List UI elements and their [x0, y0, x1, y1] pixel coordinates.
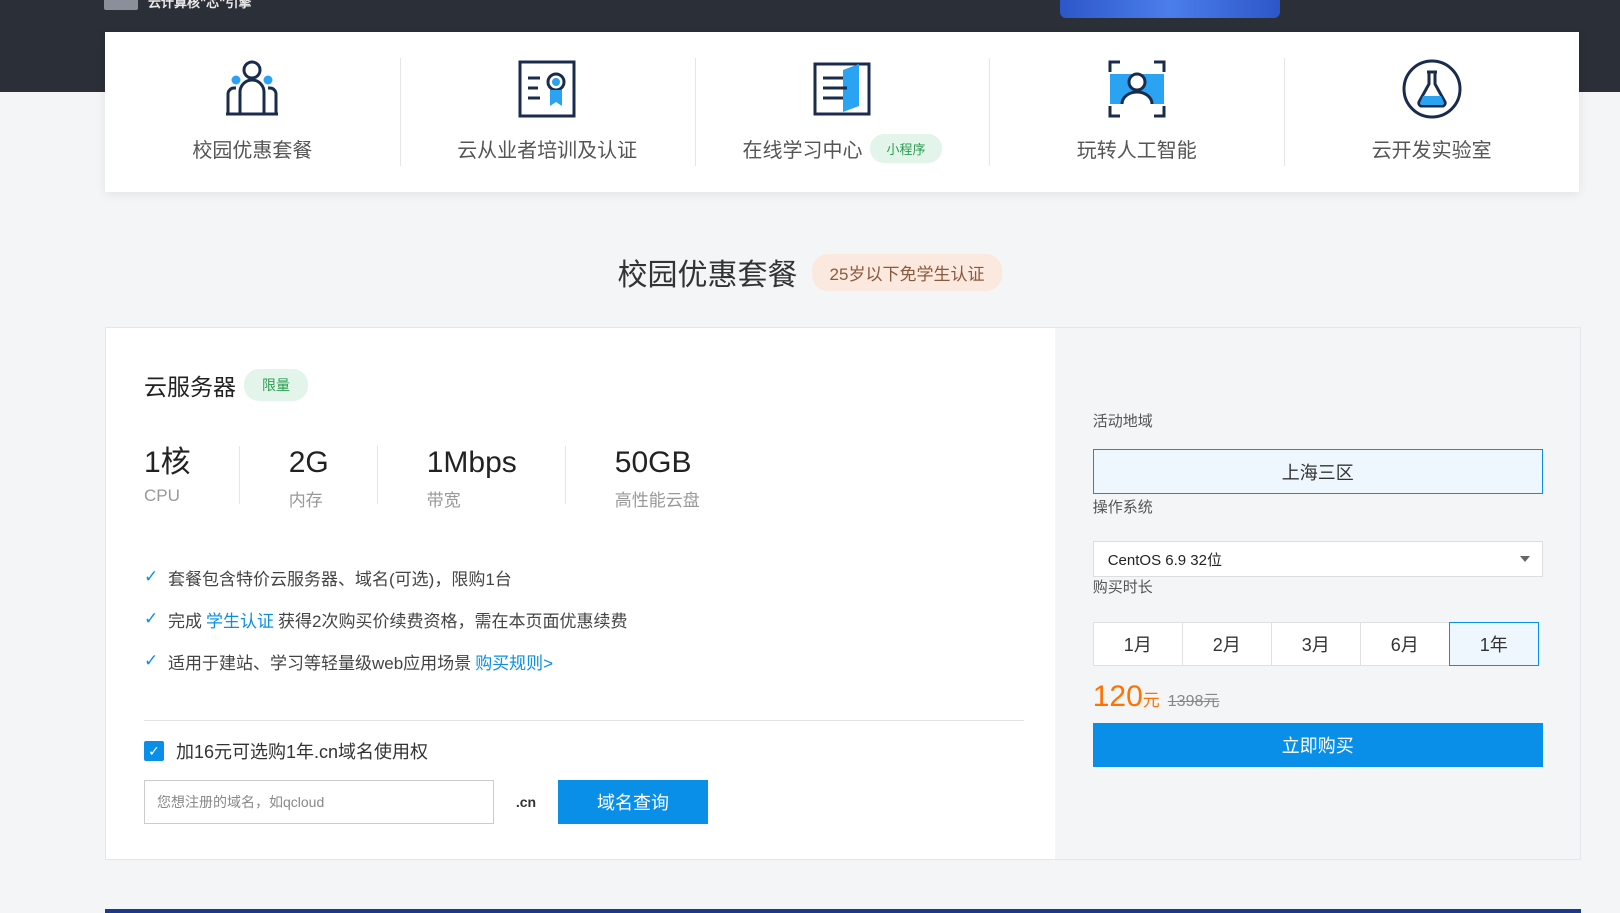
- student-auth-link[interactable]: 学生认证: [206, 607, 274, 632]
- spec-value: 2G: [288, 446, 329, 479]
- banner-graphic: [1060, 0, 1280, 18]
- campus-people-icon: [226, 60, 279, 116]
- banner-tagline: 云计算核"芯"引擎: [148, 0, 252, 10]
- spec-memory: 2G 内存: [238, 446, 377, 511]
- os-value: CentOS 6.9 32位: [1107, 551, 1222, 569]
- nav-label: 云从业者培训及认证: [457, 140, 638, 162]
- product-card: 云服务器 限量 1核 CPU 2G 内存 1Mbps 带宽 50GB 高性能云盘: [105, 327, 1581, 860]
- spec-value: 1Mbps: [426, 446, 517, 479]
- banner-logo: [104, 0, 138, 10]
- original-price: 1398元: [1167, 693, 1220, 710]
- duration-options: 1月 2月 3月 6月 1年: [1092, 622, 1539, 666]
- purchase-rules-link[interactable]: 购买规则>: [475, 649, 553, 674]
- duration-label: 购买时长: [1092, 579, 1153, 596]
- book-icon: [813, 62, 871, 116]
- price-row: 120 元 1398元: [1093, 680, 1220, 714]
- feature-text: 获得2次购买价续费资格，需在本页面优惠续费: [278, 611, 628, 631]
- domain-suffix: .cn: [515, 794, 537, 810]
- flask-icon: [1402, 59, 1462, 119]
- domain-checkbox[interactable]: ✓: [144, 741, 164, 761]
- check-icon: ✓: [144, 651, 159, 670]
- duration-1y[interactable]: 1年: [1448, 622, 1539, 666]
- nav-item-ai[interactable]: 玩转人工智能: [989, 32, 1284, 192]
- domain-option-label: 加16元可选购1年.cn域名使用权: [176, 742, 429, 762]
- miniprogram-badge: 小程序: [870, 134, 942, 163]
- chevron-down-icon: [1519, 556, 1530, 562]
- domain-input[interactable]: [144, 780, 494, 824]
- limited-badge: 限量: [244, 369, 308, 401]
- feature-item: ✓ 套餐包含特价云服务器、域名(可选)，限购1台: [144, 556, 627, 598]
- spec-disk: 50GB 高性能云盘: [564, 446, 748, 511]
- price-unit: 元: [1142, 691, 1160, 710]
- spec-value: 1核: [144, 446, 191, 479]
- spec-label: CPU: [144, 486, 180, 505]
- duration-2m[interactable]: 2月: [1181, 622, 1272, 666]
- check-icon: ✓: [144, 609, 159, 628]
- nav-item-lab[interactable]: 云开发实验室: [1284, 32, 1579, 192]
- feature-item: ✓ 适用于建站、学习等轻量级web应用场景 购买规则>: [144, 640, 627, 682]
- nav-label: 在线学习中心: [742, 140, 863, 162]
- nav-item-learning[interactable]: 在线学习中心 小程序: [694, 32, 990, 192]
- divider: [144, 720, 1024, 721]
- spec-list: 1核 CPU 2G 内存 1Mbps 带宽 50GB 高性能云盘: [144, 446, 748, 511]
- duration-3m[interactable]: 3月: [1270, 622, 1361, 666]
- spec-bandwidth: 1Mbps 带宽: [376, 446, 565, 511]
- feature-text: 完成: [168, 611, 202, 631]
- os-label: 操作系统: [1092, 499, 1153, 516]
- duration-6m[interactable]: 6月: [1359, 622, 1450, 666]
- section-title: 校园优惠套餐: [617, 259, 798, 292]
- nav-item-training[interactable]: 云从业者培训及认证: [399, 32, 695, 192]
- buy-now-button[interactable]: 立即购买: [1092, 723, 1543, 767]
- spec-cpu: 1核 CPU: [144, 446, 239, 511]
- product-name: 云服务器: [144, 374, 236, 400]
- spec-value: 50GB: [614, 446, 692, 479]
- check-icon: ✓: [144, 567, 159, 586]
- next-section-edge: [105, 909, 1581, 913]
- os-select[interactable]: CentOS 6.9 32位: [1092, 541, 1543, 577]
- price: 120: [1092, 680, 1143, 713]
- feature-text: 适用于建站、学习等轻量级web应用场景: [168, 653, 472, 673]
- nav-label: 玩转人工智能: [1076, 140, 1197, 162]
- face-scan-icon: [1108, 60, 1166, 118]
- spec-label: 内存: [288, 491, 323, 510]
- product-details: 云服务器 限量 1核 CPU 2G 内存 1Mbps 带宽 50GB 高性能云盘: [106, 328, 1055, 859]
- spec-label: 带宽: [426, 491, 461, 510]
- feature-text: 套餐包含特价云服务器、域名(可选)，限购1台: [168, 569, 512, 589]
- section-header: 校园优惠套餐 25岁以下免学生认证: [0, 250, 1620, 294]
- spec-label: 高性能云盘: [614, 491, 700, 510]
- domain-query-button[interactable]: 域名查询: [558, 780, 708, 824]
- region-label: 活动地域: [1092, 413, 1153, 430]
- feature-nav: 校园优惠套餐 云从业者培训及认证 在线学习中心 小程序 玩转人工智能 云开发实验…: [105, 32, 1579, 192]
- nav-item-campus[interactable]: 校园优惠套餐: [105, 32, 400, 192]
- duration-1m[interactable]: 1月: [1092, 622, 1183, 666]
- feature-list: ✓ 套餐包含特价云服务器、域名(可选)，限购1台 ✓ 完成 学生认证 获得2次购…: [144, 556, 627, 682]
- age-badge: 25岁以下免学生认证: [811, 253, 1003, 291]
- region-option[interactable]: 上海三区: [1092, 449, 1543, 494]
- nav-label: 校园优惠套餐: [192, 140, 313, 162]
- nav-label: 云开发实验室: [1371, 140, 1492, 162]
- domain-option[interactable]: ✓ 加16元可选购1年.cn域名使用权: [144, 738, 428, 764]
- order-panel: 活动地域 上海三区 操作系统 CentOS 6.9 32位 购买时长 1月 2月…: [1054, 328, 1580, 859]
- domain-search: .cn 域名查询: [144, 780, 708, 824]
- feature-item: ✓ 完成 学生认证 获得2次购买价续费资格，需在本页面优惠续费: [144, 598, 627, 640]
- certificate-icon: [518, 60, 576, 118]
